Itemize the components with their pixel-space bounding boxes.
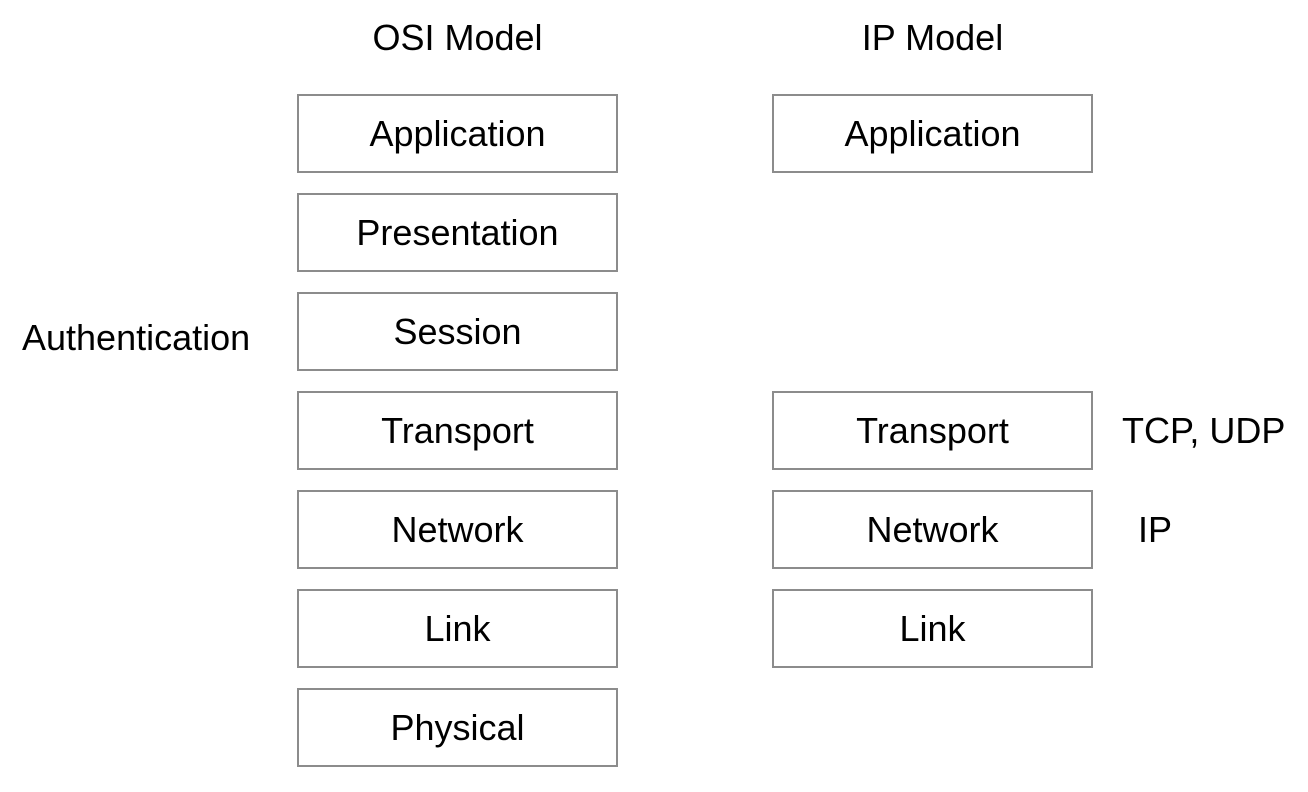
network-protocol-annotation: IP bbox=[1138, 509, 1173, 550]
osi-layer-network[interactable]: Network bbox=[297, 490, 618, 569]
osi-layer-transport[interactable]: Transport bbox=[297, 391, 618, 470]
osi-layer-transport-label: Transport bbox=[381, 409, 534, 451]
osi-layer-application[interactable]: Application bbox=[297, 94, 618, 173]
ip-model-title: IP Model bbox=[861, 17, 1004, 58]
osi-layer-physical[interactable]: Physical bbox=[297, 688, 618, 767]
osi-layer-session-label: Session bbox=[393, 310, 522, 352]
osi-layer-application-label: Application bbox=[369, 112, 546, 154]
ip-layer-link-label: Link bbox=[899, 607, 966, 649]
osi-layer-presentation[interactable]: Presentation bbox=[297, 193, 618, 272]
authentication-annotation: Authentication bbox=[22, 317, 251, 358]
osi-layer-link[interactable]: Link bbox=[297, 589, 618, 668]
transport-protocols-annotation: TCP, UDP bbox=[1122, 410, 1286, 451]
ip-layer-transport[interactable]: Transport bbox=[772, 391, 1093, 470]
osi-model-title: OSI Model bbox=[372, 17, 543, 58]
diagram-canvas: OSI Model IP Model Authentication Applic… bbox=[0, 0, 1308, 792]
osi-layer-session[interactable]: Session bbox=[297, 292, 618, 371]
ip-layer-application[interactable]: Application bbox=[772, 94, 1093, 173]
ip-layer-link[interactable]: Link bbox=[772, 589, 1093, 668]
ip-layer-network-label: Network bbox=[866, 508, 999, 550]
ip-layer-transport-label: Transport bbox=[856, 409, 1009, 451]
ip-layer-network[interactable]: Network bbox=[772, 490, 1093, 569]
osi-layer-network-label: Network bbox=[391, 508, 524, 550]
osi-layer-link-label: Link bbox=[424, 607, 491, 649]
osi-layer-presentation-label: Presentation bbox=[356, 211, 559, 253]
osi-layer-physical-label: Physical bbox=[390, 706, 525, 748]
ip-layer-application-label: Application bbox=[844, 112, 1021, 154]
